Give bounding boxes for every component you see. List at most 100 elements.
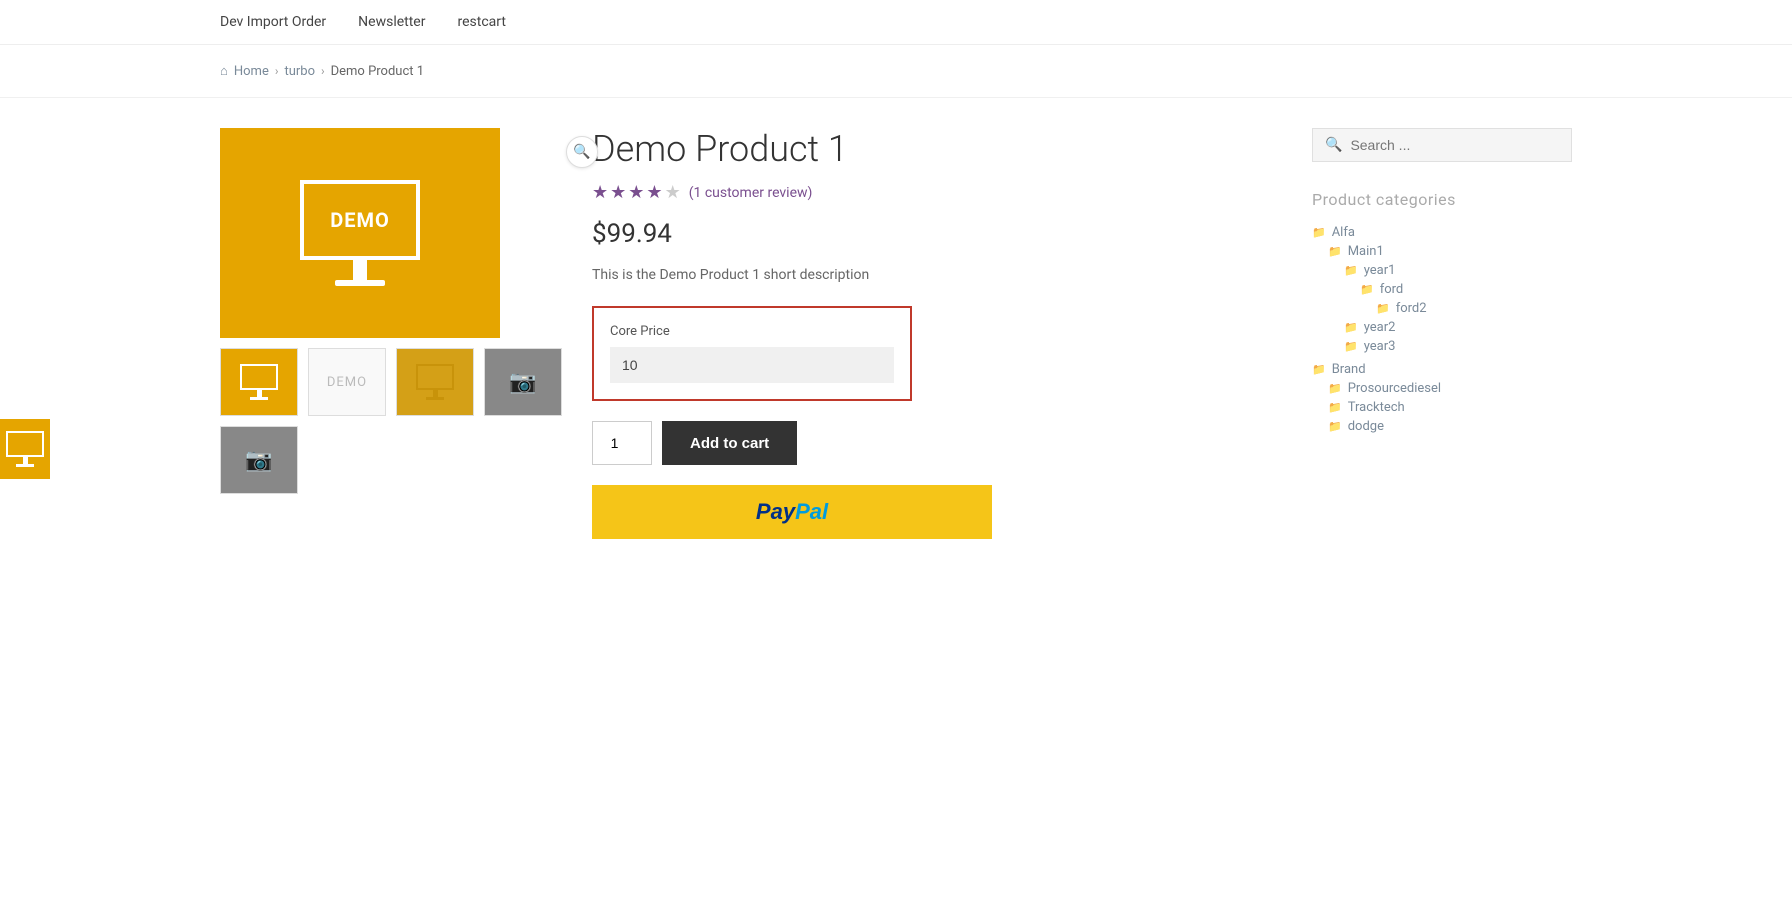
category-tree: 📁 Alfa 📁 Main1 📁 year1 xyxy=(1312,225,1572,434)
ford-children: 📁 ford2 xyxy=(1376,301,1572,316)
thumbnail-4[interactable]: 📷 xyxy=(484,348,562,416)
monitor-screen: DEMO xyxy=(300,180,420,260)
side-thumbnail[interactable] xyxy=(0,419,50,479)
star-4: ★ xyxy=(646,182,662,203)
thumbnail-1[interactable] xyxy=(220,348,298,416)
category-dodge-label: dodge xyxy=(1348,419,1384,434)
main-product-image[interactable]: DEMO xyxy=(220,128,500,338)
category-ford2-link[interactable]: 📁 ford2 xyxy=(1376,301,1572,316)
breadcrumb-home[interactable]: Home xyxy=(234,64,269,79)
category-dodge: 📁 dodge xyxy=(1328,419,1572,434)
thumb2-label: DEMO xyxy=(327,375,367,390)
folder-icon: 📁 xyxy=(1344,340,1358,353)
breadcrumb-turbo[interactable]: turbo xyxy=(284,64,315,79)
category-tracktech-label: Tracktech xyxy=(1348,400,1405,415)
thumb4-camera-icon: 📷 xyxy=(509,370,536,395)
thumbnail-row: DEMO 📷 xyxy=(220,348,562,416)
search-box: 🔍 xyxy=(1312,128,1572,162)
core-price-label: Core Price xyxy=(610,324,894,339)
star-5: ★ xyxy=(665,182,681,203)
category-prosourcediesel-link[interactable]: 📁 Prosourcediesel xyxy=(1328,381,1572,396)
paypal-pay: Pay xyxy=(756,499,795,524)
zoom-button[interactable]: 🔍 xyxy=(566,136,598,168)
monitor-base xyxy=(335,280,385,286)
category-main1-link[interactable]: 📁 Main1 xyxy=(1328,244,1572,259)
nav-restcart[interactable]: restcart xyxy=(457,14,505,30)
categories-title: Product categories xyxy=(1312,190,1572,209)
thumbnail-5[interactable]: 📷 xyxy=(220,426,298,494)
folder-icon: 📁 xyxy=(1328,401,1342,414)
image-column: DEMO 🔍 xyxy=(220,128,562,555)
category-year3-link[interactable]: 📁 year3 xyxy=(1344,339,1572,354)
breadcrumb-sep2: › xyxy=(321,64,325,78)
category-year2-label: year2 xyxy=(1364,320,1396,335)
breadcrumb-sep1: › xyxy=(275,64,279,78)
category-main1: 📁 Main1 📁 year1 xyxy=(1328,244,1572,354)
review-link[interactable]: (1 customer review) xyxy=(689,185,813,201)
folder-icon: 📁 xyxy=(1376,302,1390,315)
main1-children: 📁 year1 📁 ford xyxy=(1344,263,1572,354)
thumbnail-2[interactable]: DEMO xyxy=(308,348,386,416)
core-price-box: Core Price xyxy=(592,306,912,401)
category-year1: 📁 year1 📁 ford xyxy=(1344,263,1572,316)
paypal-button[interactable]: PayPal xyxy=(592,485,992,539)
category-ford-label: ford xyxy=(1380,282,1404,297)
product-title: Demo Product 1 xyxy=(592,128,1072,170)
category-ford-link[interactable]: 📁 ford xyxy=(1360,282,1572,297)
folder-icon: 📁 xyxy=(1344,321,1358,334)
product-info: Demo Product 1 ★ ★ ★ ★ ★ (1 customer rev… xyxy=(592,128,1072,555)
paypal-pal: Pal xyxy=(795,499,828,524)
star-1: ★ xyxy=(592,182,608,203)
year1-children: 📁 ford 📁 ford2 xyxy=(1360,282,1572,316)
paypal-label: PayPal xyxy=(756,499,828,525)
monitor-stand xyxy=(353,260,367,280)
thumb3-monitor xyxy=(416,364,454,400)
star-2: ★ xyxy=(610,182,626,203)
category-year2: 📁 year2 xyxy=(1344,320,1572,335)
category-year3: 📁 year3 xyxy=(1344,339,1572,354)
short-description: This is the Demo Product 1 short descrip… xyxy=(592,265,1072,286)
category-main1-label: Main1 xyxy=(1348,244,1384,259)
category-alfa-label: Alfa xyxy=(1332,225,1355,240)
category-year1-label: year1 xyxy=(1364,263,1396,278)
category-brand-label: Brand xyxy=(1332,362,1366,377)
folder-icon: 📁 xyxy=(1312,226,1326,239)
demo-monitor: DEMO xyxy=(300,180,420,286)
category-year1-link[interactable]: 📁 year1 xyxy=(1344,263,1572,278)
home-icon: ⌂ xyxy=(220,63,228,79)
star-rating: ★ ★ ★ ★ ★ xyxy=(592,182,681,203)
sidebar: 🔍 Product categories 📁 Alfa 📁 Main1 xyxy=(1312,128,1572,555)
breadcrumb: ⌂ Home › turbo › Demo Product 1 xyxy=(0,45,1792,98)
monitor-label: DEMO xyxy=(330,208,390,232)
folder-icon: 📁 xyxy=(1328,420,1342,433)
side-thumb-monitor xyxy=(6,431,44,467)
nav-newsletter[interactable]: Newsletter xyxy=(358,14,425,30)
category-brand-link[interactable]: 📁 Brand xyxy=(1312,362,1572,377)
category-alfa-link[interactable]: 📁 Alfa xyxy=(1312,225,1572,240)
star-3: ★ xyxy=(628,182,644,203)
search-input[interactable] xyxy=(1350,137,1559,153)
alfa-children: 📁 Main1 📁 year1 xyxy=(1328,244,1572,354)
top-navigation: Dev Import Order Newsletter restcart xyxy=(0,0,1792,45)
folder-icon: 📁 xyxy=(1312,363,1326,376)
category-prosourcediesel-label: Prosourcediesel xyxy=(1348,381,1441,396)
thumbnail-3[interactable] xyxy=(396,348,474,416)
add-to-cart-button[interactable]: Add to cart xyxy=(662,421,797,465)
breadcrumb-current: Demo Product 1 xyxy=(331,64,424,79)
core-price-input[interactable] xyxy=(610,347,894,383)
quantity-input[interactable] xyxy=(592,421,652,465)
category-ford2-label: ford2 xyxy=(1396,301,1427,316)
category-ford: 📁 ford 📁 ford2 xyxy=(1360,282,1572,316)
folder-icon: 📁 xyxy=(1328,382,1342,395)
category-dodge-link[interactable]: 📁 dodge xyxy=(1328,419,1572,434)
category-brand: 📁 Brand 📁 Prosourcediesel 📁 Tracktech xyxy=(1312,362,1572,434)
category-year2-link[interactable]: 📁 year2 xyxy=(1344,320,1572,335)
folder-icon: 📁 xyxy=(1344,264,1358,277)
category-tracktech-link[interactable]: 📁 Tracktech xyxy=(1328,400,1572,415)
category-ford2: 📁 ford2 xyxy=(1376,301,1572,316)
nav-dev-import-order[interactable]: Dev Import Order xyxy=(220,14,326,30)
thumb1-monitor xyxy=(240,364,278,400)
product-section: DEMO 🔍 xyxy=(220,128,1272,555)
add-to-cart-row: Add to cart xyxy=(592,421,1072,465)
stars-row: ★ ★ ★ ★ ★ (1 customer review) xyxy=(592,182,1072,203)
